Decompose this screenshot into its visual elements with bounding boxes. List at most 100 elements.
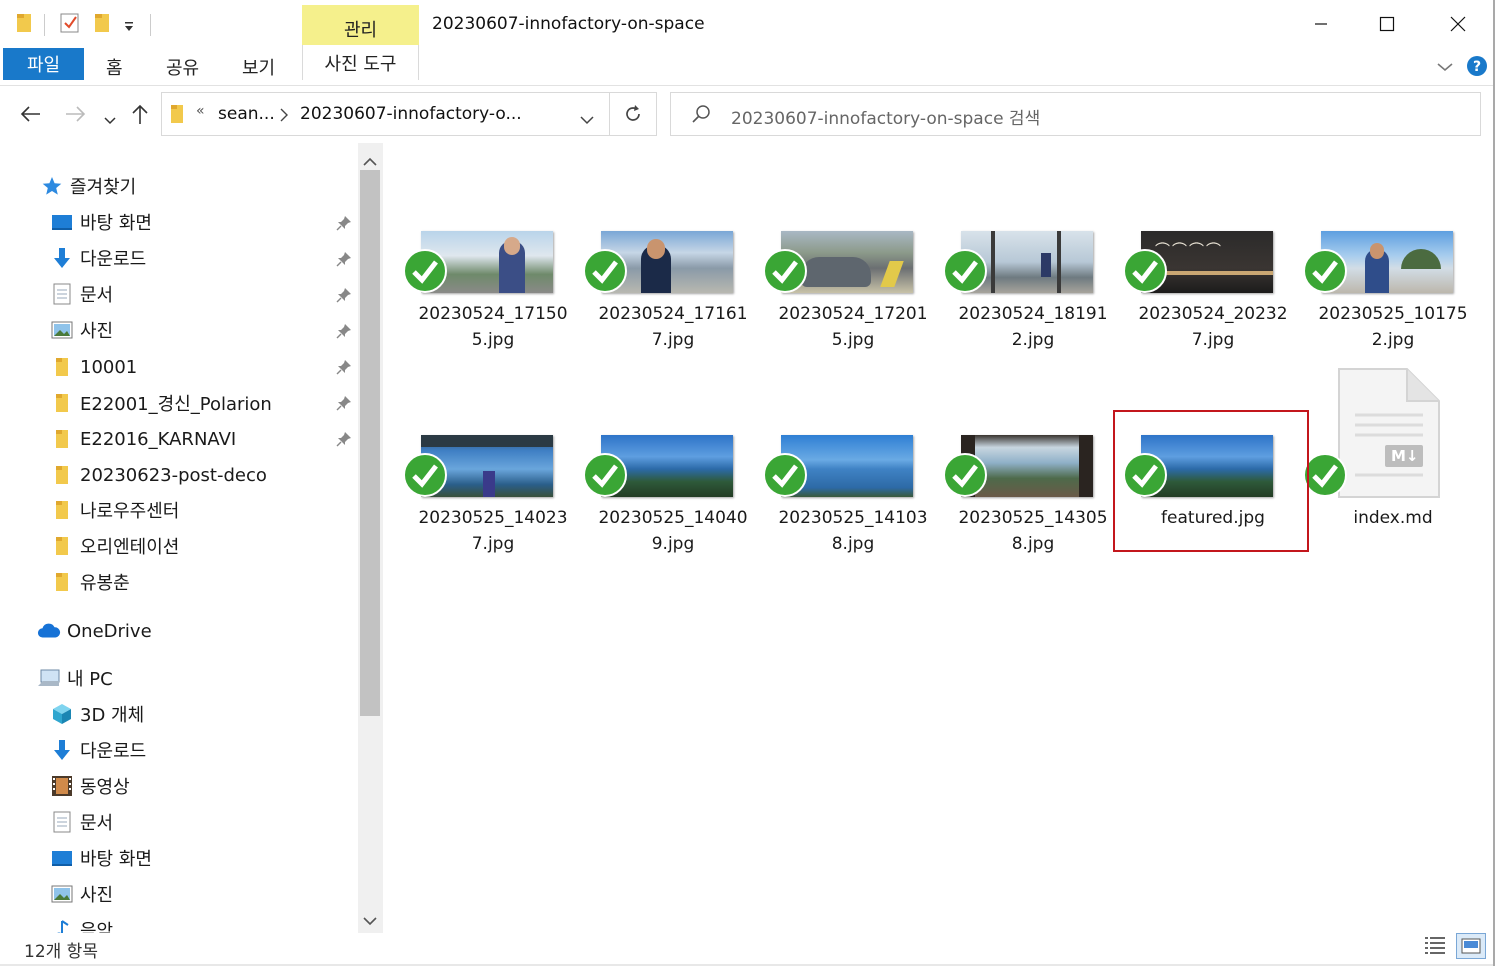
desktop-icon xyxy=(50,210,74,234)
nav-label: 유봉춘 xyxy=(80,573,130,594)
nav-item-documents-pc[interactable]: 문서 xyxy=(50,807,113,837)
nav-item-folder-naro[interactable]: 나로우주센터 xyxy=(50,495,179,525)
file-item[interactable]: 20230525_14023 7.jpg xyxy=(403,435,568,575)
navigation-pane: 즐겨찾기 바탕 화면 다운로드 문서 사진 10001 E22001_경신_Po… xyxy=(0,143,357,933)
sync-check-icon xyxy=(1123,249,1167,293)
star-icon xyxy=(40,174,64,198)
nav-label: E22001_경신_Polarion xyxy=(80,394,272,415)
nav-item-pictures-pc[interactable]: 사진 xyxy=(50,879,113,909)
file-item[interactable]: ⌒⌒⌒⌒ 20230524_20232 7.jpg xyxy=(1123,231,1288,371)
file-item[interactable]: 20230525_14103 8.jpg xyxy=(763,435,928,575)
sync-check-icon xyxy=(403,453,447,497)
nav-quick-access[interactable]: 즐겨찾기 xyxy=(40,171,136,201)
nav-item-desktop[interactable]: 바탕 화면 xyxy=(50,207,152,237)
nav-item-folder-orientation[interactable]: 오리엔테이션 xyxy=(50,531,179,561)
pin-icon[interactable] xyxy=(336,323,352,339)
pin-icon[interactable] xyxy=(336,431,352,447)
file-item[interactable]: 20230524_18191 2.jpg xyxy=(943,231,1108,371)
properties-checkbox-icon[interactable] xyxy=(60,12,80,38)
file-item[interactable]: 20230525_14040 9.jpg xyxy=(583,435,748,575)
search-input[interactable]: 20230607-innofactory-on-space 검색 xyxy=(731,104,1040,129)
nav-label: 바탕 화면 xyxy=(80,849,152,870)
search-icon xyxy=(691,104,711,128)
nav-item-downloads[interactable]: 다운로드 xyxy=(50,243,146,273)
file-item[interactable]: 20230525_14305 8.jpg xyxy=(943,435,1108,575)
forward-arrow-icon[interactable] xyxy=(64,105,86,127)
nav-onedrive[interactable]: OneDrive xyxy=(37,616,152,646)
file-item[interactable]: M↓ index.md xyxy=(1303,368,1463,575)
file-name: index.md xyxy=(1353,508,1433,528)
minimize-button[interactable] xyxy=(1291,6,1351,42)
nav-item-desktop-pc[interactable]: 바탕 화면 xyxy=(50,843,152,873)
recent-locations-chevron-icon[interactable] xyxy=(104,110,116,129)
help-icon[interactable]: ? xyxy=(1466,55,1488,81)
tab-home[interactable]: 홈 xyxy=(106,54,123,80)
nav-item-documents[interactable]: 문서 xyxy=(50,279,113,309)
new-folder-icon[interactable] xyxy=(94,12,110,38)
sync-check-icon xyxy=(583,249,627,293)
refresh-button[interactable] xyxy=(610,92,657,136)
file-name: 20230524_17161 7.jpg xyxy=(598,304,748,350)
nav-item-folder-e22001[interactable]: E22001_경신_Polarion xyxy=(50,388,272,418)
folder-icon xyxy=(50,391,74,415)
sync-check-icon xyxy=(1303,453,1347,497)
file-item[interactable]: 20230524_17201 5.jpg xyxy=(763,231,928,371)
nav-this-pc[interactable]: 내 PC xyxy=(37,663,113,693)
nav-item-pictures[interactable]: 사진 xyxy=(50,315,113,345)
window-title: 20230607-innofactory-on-space xyxy=(432,14,705,34)
pin-icon[interactable] xyxy=(336,359,352,375)
folder-icon xyxy=(50,498,74,522)
back-arrow-icon[interactable] xyxy=(20,105,42,127)
expand-ribbon-icon[interactable] xyxy=(1436,58,1454,77)
film-icon xyxy=(50,774,74,798)
nav-item-music[interactable]: 음악 xyxy=(50,915,113,933)
markdown-file-icon xyxy=(1338,368,1440,498)
nav-item-folder-10001[interactable]: 10001 xyxy=(50,352,137,382)
breadcrumb-item-current[interactable]: 20230607-innofactory-o... xyxy=(300,104,522,124)
maximize-button[interactable] xyxy=(1357,6,1417,42)
tab-share[interactable]: 공유 xyxy=(166,54,199,80)
folder-icon xyxy=(50,463,74,487)
file-item[interactable]: 20230525_10175 2.jpg xyxy=(1303,231,1468,371)
file-item[interactable]: 20230524_17150 5.jpg xyxy=(403,231,568,371)
file-item[interactable]: 20230524_17161 7.jpg xyxy=(583,231,748,371)
folder-icon xyxy=(50,534,74,558)
nav-item-folder-yubongchun[interactable]: 유봉춘 xyxy=(50,567,130,597)
scroll-down-icon[interactable] xyxy=(363,911,377,930)
address-bar[interactable]: « sean... 20230607-innofactory-o... xyxy=(161,92,610,136)
item-count: 12개 항목 xyxy=(24,942,98,962)
scroll-thumb[interactable] xyxy=(360,170,380,716)
pin-icon[interactable] xyxy=(336,215,352,231)
large-icons-view-icon[interactable] xyxy=(1456,933,1486,959)
nav-label: 내 PC xyxy=(67,669,113,690)
nav-item-folder-e22016[interactable]: E22016_KARNAVI xyxy=(50,424,236,454)
pin-icon[interactable] xyxy=(336,251,352,267)
address-dropdown-icon[interactable] xyxy=(580,110,594,129)
pin-icon[interactable] xyxy=(336,287,352,303)
folder-icon xyxy=(170,103,184,129)
nav-item-downloads-pc[interactable]: 다운로드 xyxy=(50,735,146,765)
breadcrumb-chevron-icon[interactable] xyxy=(280,107,288,126)
pin-icon[interactable] xyxy=(336,395,352,411)
details-view-icon[interactable] xyxy=(1424,935,1446,959)
nav-item-videos[interactable]: 동영상 xyxy=(50,771,130,801)
tab-view[interactable]: 보기 xyxy=(242,54,275,80)
nav-label: OneDrive xyxy=(67,620,152,642)
tab-photo-tools[interactable]: 사진 도구 xyxy=(302,45,419,80)
sync-check-icon xyxy=(403,249,447,293)
search-box[interactable]: 20230607-innofactory-on-space 검색 xyxy=(670,92,1481,136)
sync-check-icon xyxy=(1303,249,1347,293)
nav-label: 20230623-post-deco xyxy=(80,464,267,486)
breadcrumb-overflow[interactable]: « xyxy=(196,103,205,119)
nav-label: 10001 xyxy=(80,356,138,378)
close-button[interactable] xyxy=(1428,6,1488,42)
tab-file[interactable]: 파일 xyxy=(3,48,84,80)
customize-toolbar-icon[interactable] xyxy=(123,18,135,37)
nav-label: E22016_KARNAVI xyxy=(80,428,237,450)
nav-item-folder-post-deco[interactable]: 20230623-post-deco xyxy=(50,460,267,490)
scroll-up-icon[interactable] xyxy=(363,152,377,171)
nav-item-3d-objects[interactable]: 3D 개체 xyxy=(50,699,144,729)
breadcrumb-item[interactable]: sean... xyxy=(218,104,275,124)
up-arrow-icon[interactable] xyxy=(131,103,149,129)
sync-check-icon xyxy=(943,453,987,497)
